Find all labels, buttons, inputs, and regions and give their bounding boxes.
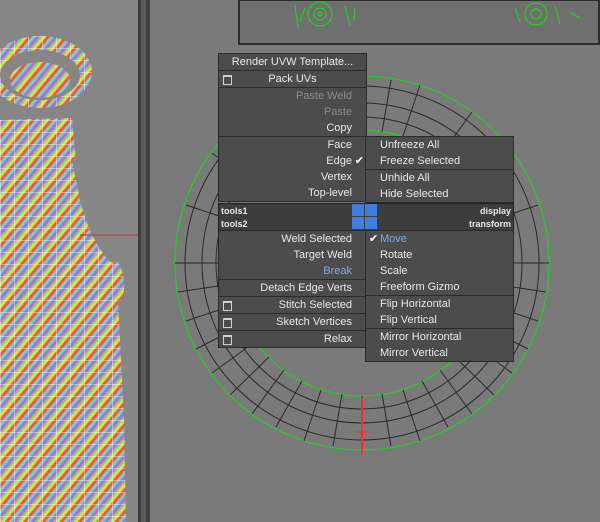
stitch-selected-label: Stitch Selected (278, 299, 352, 311)
tools2-header: tools2 (221, 219, 248, 229)
flip-horizontal-item[interactable]: Flip Horizontal (366, 296, 513, 312)
quad-indicator-top-right[interactable] (365, 204, 377, 216)
unhide-all-item[interactable]: Unhide All (366, 170, 513, 186)
mirror-horizontal-item[interactable]: Mirror Horizontal (366, 329, 513, 345)
perspective-viewport[interactable] (0, 0, 138, 522)
rotate-item[interactable]: Rotate (366, 247, 513, 263)
copy-item[interactable]: Copy (219, 120, 366, 136)
quad-menu-bottom-left: Weld Selected Target Weld Break Detach E… (218, 230, 367, 348)
pack-uvs-item[interactable]: Pack UVs (219, 71, 366, 87)
checkmark-icon: ✔ (354, 155, 364, 167)
face-item[interactable]: Face (219, 137, 366, 153)
quad-indicator-top-left[interactable] (352, 204, 364, 216)
hide-selected-item[interactable]: Hide Selected (366, 186, 513, 202)
paste-item: Paste (323, 106, 352, 118)
edge-label: Edge (326, 155, 352, 167)
stitch-selected-item[interactable]: Stitch Selected (219, 297, 366, 313)
freeform-gizmo-item[interactable]: Freeform Gizmo (366, 279, 513, 295)
break-item[interactable]: Break (219, 263, 366, 279)
viewport-divider[interactable] (138, 0, 150, 522)
quad-menu-top-right: Unfreeze All Freeze Selected Unhide All … (365, 136, 514, 203)
edge-item[interactable]: Edge ✔ (219, 153, 366, 169)
detach-edge-verts-item[interactable]: Detach Edge Verts (219, 280, 366, 296)
tools1-header: tools1 (221, 206, 248, 216)
mirror-vertical-item[interactable]: Mirror Vertical (366, 345, 513, 361)
sketch-vertices-item[interactable]: Sketch Vertices (219, 314, 366, 330)
freeze-selected-item[interactable]: Freeze Selected (366, 153, 513, 169)
display-header: display (479, 206, 511, 216)
quad-indicator-bottom-left[interactable] (352, 217, 364, 229)
flip-vertical-item[interactable]: Flip Vertical (366, 312, 513, 328)
relax-item[interactable]: Relax (219, 331, 366, 347)
checkmark-icon: ✔ (369, 233, 379, 245)
weld-selected-item[interactable]: Weld Selected (219, 231, 366, 247)
quad-indicator-bottom-right[interactable] (365, 217, 377, 229)
move-label: Move (380, 233, 407, 245)
pack-uvs-label: Pack UVs (268, 73, 317, 85)
settings-box-icon[interactable] (223, 75, 232, 85)
unfreeze-all-item[interactable]: Unfreeze All (366, 137, 513, 153)
render-uvw-template-item[interactable]: Render UVW Template... (219, 54, 366, 70)
settings-box-icon[interactable] (223, 318, 232, 328)
settings-box-icon[interactable] (223, 335, 232, 345)
paste-weld-item: Paste Weld (295, 90, 352, 102)
quad-menu-top-left: Render UVW Template... Pack UVs Paste We… (218, 53, 367, 202)
quad-headers-bar: tools1 tools2 display transform (218, 203, 514, 232)
top-level-item[interactable]: Top-level (219, 185, 366, 201)
vertex-item[interactable]: Vertex (219, 169, 366, 185)
transform-header: transform (468, 219, 511, 229)
bottle-wireframe (0, 0, 138, 522)
divider-handle[interactable] (141, 0, 146, 522)
settings-box-icon[interactable] (223, 301, 232, 311)
quad-menu-bottom-right: ✔ Move Rotate Scale Freeform Gizmo Flip H… (365, 230, 514, 362)
sketch-vertices-label: Sketch Vertices (276, 316, 352, 328)
move-item[interactable]: ✔ Move (366, 231, 513, 247)
target-weld-item[interactable]: Target Weld (219, 247, 366, 263)
relax-label: Relax (323, 333, 352, 345)
scale-item[interactable]: Scale (366, 263, 513, 279)
